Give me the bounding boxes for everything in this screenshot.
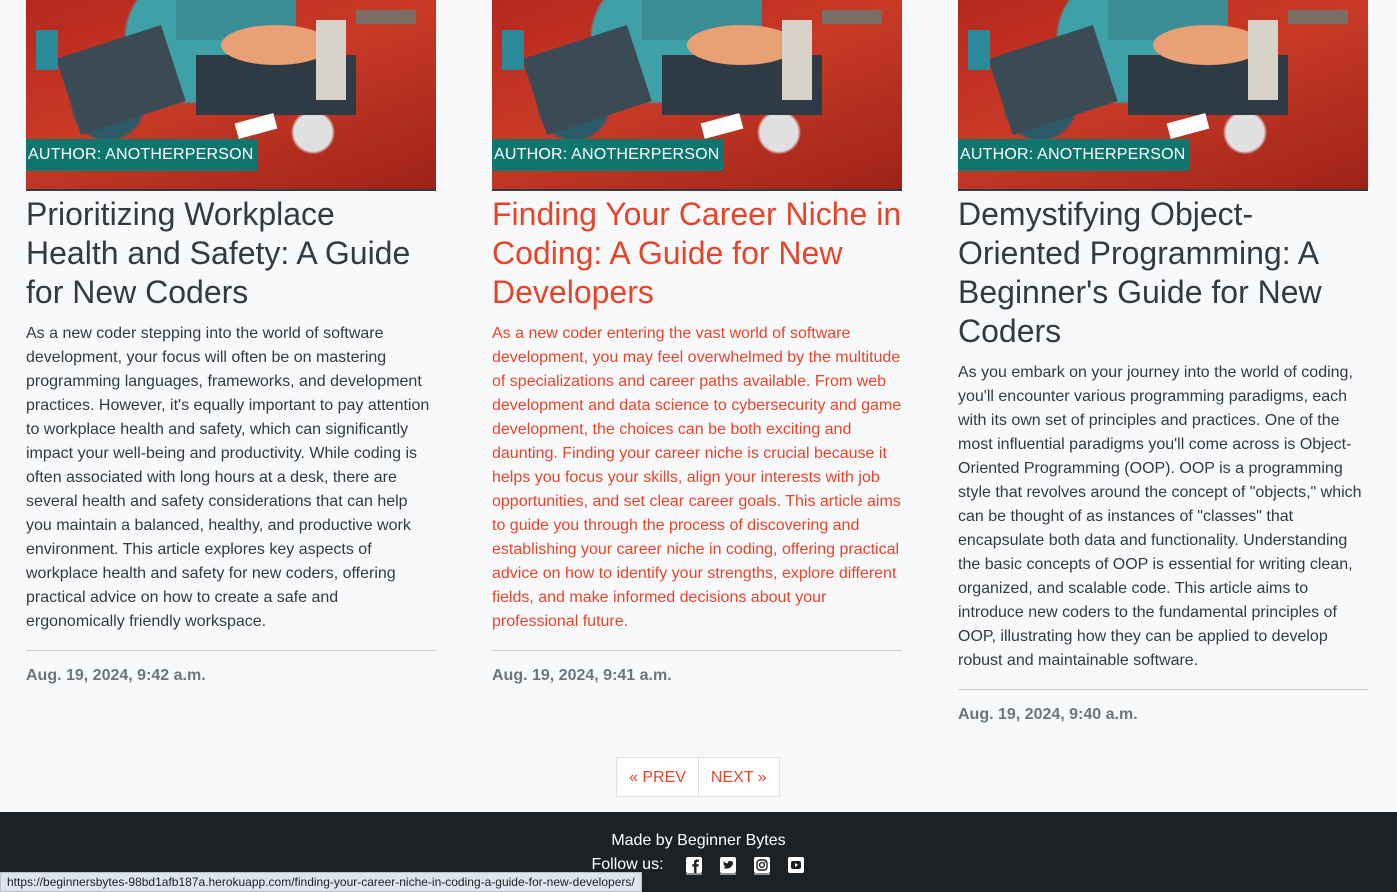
article-title[interactable]: Demystifying Object-Oriented Programming… [958, 195, 1368, 351]
browser-status-url: https://beginnersbytes-98bd1afb187a.hero… [0, 872, 642, 892]
next-page-button[interactable]: NEXT » [697, 757, 780, 797]
facebook-icon[interactable] [684, 855, 704, 875]
article-excerpt: As a new coder stepping into the world o… [26, 325, 430, 630]
article-image[interactable]: AUTHOR: ANOTHERPERSON [26, 0, 436, 191]
article-date: Aug. 19, 2024, 9:40 a.m. [958, 706, 1138, 723]
article-card[interactable]: AUTHOR: ANOTHERPERSON Demystifying Objec… [958, 0, 1368, 724]
author-badge: AUTHOR: ANOTHERPERSON [26, 139, 258, 171]
pagination: « PREV NEXT » [616, 757, 780, 797]
article-title[interactable]: Prioritizing Workplace Health and Safety… [26, 195, 436, 312]
author-badge: AUTHOR: ANOTHERPERSON [492, 139, 724, 171]
article-excerpt: As a new coder entering the vast world o… [492, 325, 902, 630]
article-excerpt: As you embark on your journey into the w… [958, 364, 1362, 669]
divider [492, 650, 902, 651]
article-card[interactable]: AUTHOR: ANOTHERPERSON Prioritizing Workp… [26, 0, 436, 685]
youtube-icon[interactable] [786, 855, 806, 875]
article-date: Aug. 19, 2024, 9:41 a.m. [492, 667, 672, 684]
author-badge: AUTHOR: ANOTHERPERSON [958, 139, 1190, 171]
article-image[interactable]: AUTHOR: ANOTHERPERSON [958, 0, 1368, 191]
article-card[interactable]: AUTHOR: ANOTHERPERSON Finding Your Caree… [492, 0, 902, 685]
article-title[interactable]: Finding Your Career Niche in Coding: A G… [492, 195, 902, 312]
article-image[interactable]: AUTHOR: ANOTHERPERSON [492, 0, 902, 191]
article-date: Aug. 19, 2024, 9:42 a.m. [26, 667, 206, 684]
prev-page-button[interactable]: « PREV [616, 757, 699, 797]
divider [26, 650, 436, 651]
twitter-icon[interactable] [718, 855, 738, 875]
instagram-icon[interactable] [752, 855, 772, 875]
divider [958, 689, 1368, 690]
footer-credit: Made by Beginner Bytes [611, 832, 786, 849]
